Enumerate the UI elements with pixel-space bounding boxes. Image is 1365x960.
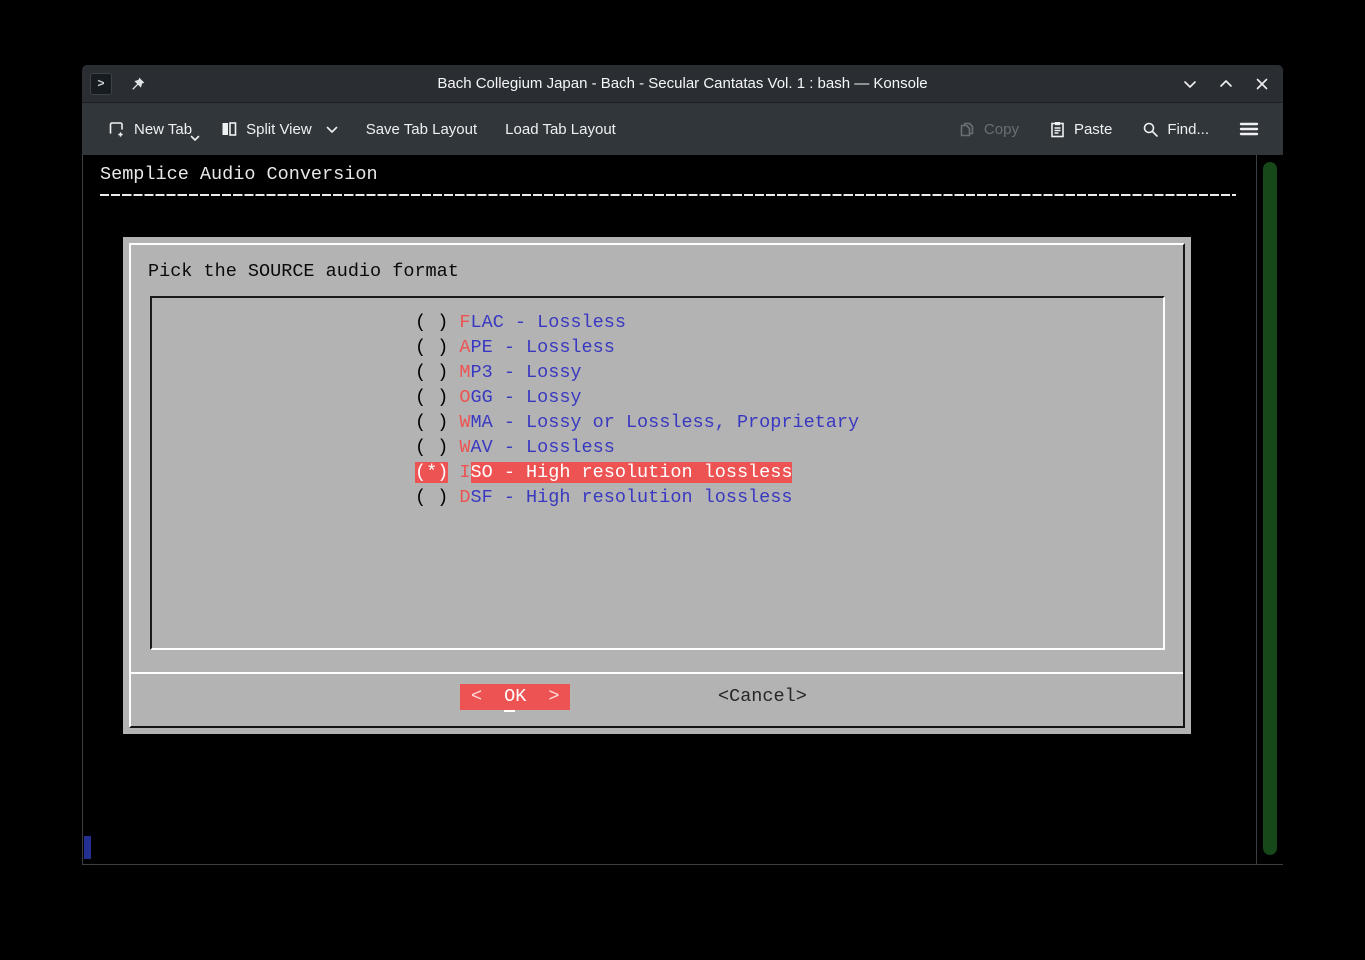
- new-tab-label: New Tab: [134, 121, 192, 138]
- copy-button: Copy: [949, 114, 1029, 145]
- save-tab-layout-button[interactable]: Save Tab Layout: [356, 114, 487, 145]
- toolbar: New Tab Split View Save Tab Layo: [82, 103, 1283, 155]
- radio-option-iso[interactable]: (*)ISO - High resolution lossless: [415, 460, 1163, 485]
- chevron-down-icon: [190, 129, 200, 146]
- load-tab-layout-button[interactable]: Load Tab Layout: [495, 114, 626, 145]
- close-button[interactable]: [1251, 73, 1273, 95]
- dialog-title: Pick the SOURCE audio format: [148, 259, 459, 284]
- hamburger-menu-button[interactable]: [1229, 114, 1269, 144]
- scrollbar-thumb[interactable]: [1263, 162, 1277, 855]
- cancel-button[interactable]: <Cancel>: [718, 684, 807, 710]
- terminal-heading: Semplice Audio Conversion: [100, 162, 378, 187]
- find-button[interactable]: Find...: [1132, 114, 1219, 145]
- load-tab-layout-label: Load Tab Layout: [505, 121, 616, 138]
- find-label: Find...: [1167, 121, 1209, 138]
- copy-label: Copy: [984, 121, 1019, 138]
- window-title: Bach Collegium Japan - Bach - Secular Ca…: [82, 75, 1283, 92]
- radio-option-wma[interactable]: ( )WMA - Lossy or Lossless, Proprietary: [415, 410, 1163, 435]
- button-separator: [131, 672, 1183, 674]
- terminal-cursor: [84, 836, 91, 859]
- pin-icon[interactable]: [130, 76, 146, 92]
- new-tab-button[interactable]: New Tab: [98, 113, 202, 145]
- format-radiolist: ( )FLAC - Lossless ( )APE - Lossless ( )…: [150, 296, 1165, 650]
- radio-option-flac[interactable]: ( )FLAC - Lossless: [415, 310, 1163, 335]
- radio-option-mp3[interactable]: ( )MP3 - Lossy: [415, 360, 1163, 385]
- terminal-screen[interactable]: Semplice Audio Conversion Pick the SOURC…: [82, 155, 1283, 865]
- split-view-icon: [220, 120, 238, 138]
- ok-button[interactable]: <OK>: [460, 684, 570, 710]
- split-view-button[interactable]: Split View: [210, 113, 348, 145]
- source-format-dialog: Pick the SOURCE audio format ( )FLAC - L…: [123, 237, 1191, 734]
- copy-icon: [959, 121, 976, 138]
- titlebar[interactable]: > Bach Collegium Japan - Bach - Secular …: [82, 65, 1283, 103]
- paste-button[interactable]: Paste: [1039, 114, 1122, 145]
- paste-icon: [1049, 121, 1066, 138]
- maximize-button[interactable]: [1215, 73, 1237, 95]
- konsole-prompt-icon: >: [90, 73, 112, 95]
- new-tab-icon: [108, 120, 126, 138]
- paste-label: Paste: [1074, 121, 1112, 138]
- save-tab-layout-label: Save Tab Layout: [366, 121, 477, 138]
- radio-option-ogg[interactable]: ( )OGG - Lossy: [415, 385, 1163, 410]
- split-view-label: Split View: [246, 121, 312, 138]
- konsole-window: > Bach Collegium Japan - Bach - Secular …: [82, 65, 1283, 865]
- chevron-down-icon: [326, 121, 338, 138]
- minimize-button[interactable]: [1179, 73, 1201, 95]
- radio-option-wav[interactable]: ( )WAV - Lossless: [415, 435, 1163, 460]
- scrollbar-track[interactable]: [1256, 155, 1283, 864]
- search-icon: [1142, 121, 1159, 138]
- radio-option-dsf[interactable]: ( )DSF - High resolution lossless: [415, 485, 1163, 510]
- hamburger-menu-icon: [1239, 121, 1259, 137]
- radio-option-ape[interactable]: ( )APE - Lossless: [415, 335, 1163, 360]
- heading-underline: [100, 194, 1236, 196]
